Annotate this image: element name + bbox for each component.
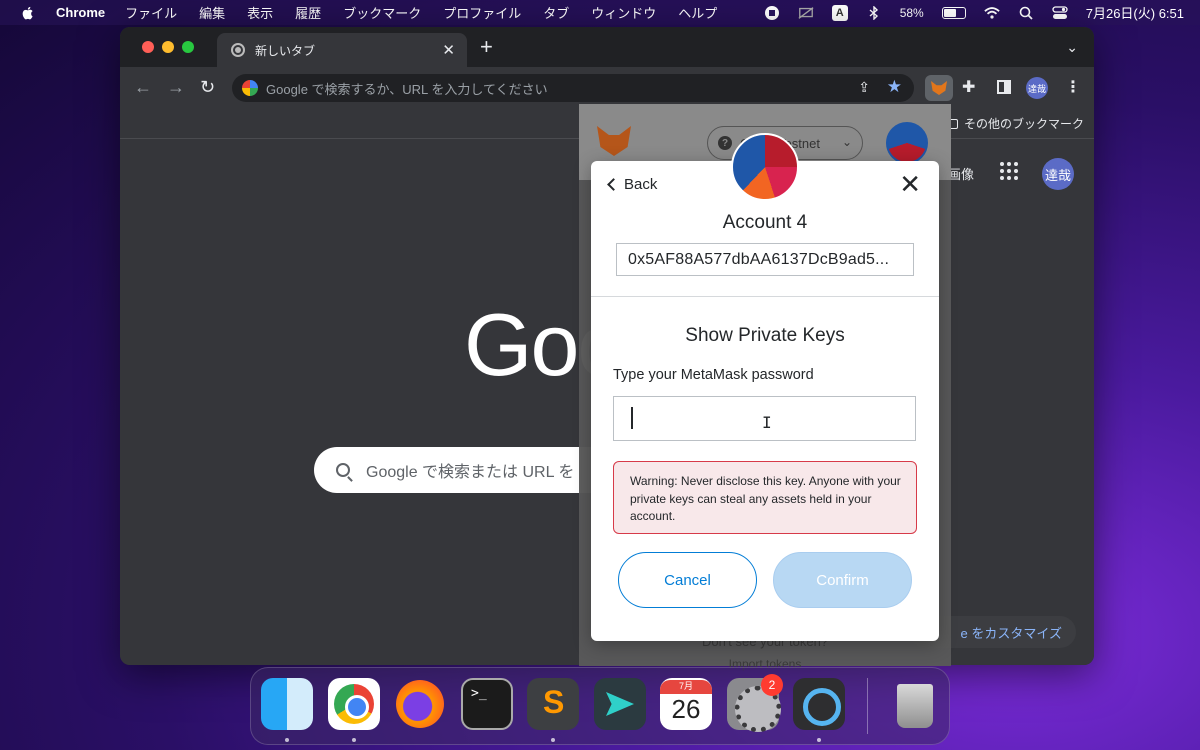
customize-chrome-label: e をカスタマイズ [960,625,1062,641]
omnibox-placeholder: Google で検索するか、URL を入力してください [266,81,548,97]
account-address[interactable]: 0x5AF88A577dbAA6137DcB9ad5... [616,243,914,276]
confirm-button[interactable]: Confirm [773,552,912,608]
display-mirroring-off-icon[interactable] [798,6,814,20]
account-name: Account 4 [722,212,808,233]
back-button[interactable]: ← [134,77,152,97]
network-help-icon: ? [718,136,732,150]
metamask-logo-icon [597,126,631,156]
calendar-month: 7月 [660,680,712,694]
chrome-running-indicator [352,738,356,742]
menu-window[interactable]: ウィンドウ [591,3,656,22]
apple-icon[interactable] [20,5,36,21]
extensions-puzzle-icon[interactable]: ✚ [962,77,975,97]
metamask-extension-button[interactable] [925,75,953,101]
chevron-down-icon: ⌄ [841,135,852,149]
google-search-placeholder: Google で検索または URL を [366,464,575,481]
battery-icon[interactable] [941,6,966,19]
quicktime-icon[interactable] [793,678,845,730]
tab-close-icon[interactable]: ✕ [442,41,455,59]
reload-button[interactable]: ↻ [200,77,215,97]
divider [591,296,939,297]
account-jazzicon [731,133,799,201]
menu-tab[interactable]: タブ [543,3,569,22]
google-g-icon [242,80,258,96]
stop-recording-icon[interactable] [764,5,780,20]
export-private-key-modal: Back ✕ Account 4 0x5AF88A577dbAA6137DcB9… [591,133,939,641]
menu-profiles[interactable]: プロファイル [443,3,521,22]
notification-badge: 2 [761,674,783,696]
tab-new-tab[interactable]: 新しいタブ ✕ [217,33,467,67]
new-tab-button[interactable]: + [480,36,493,58]
text-caret [631,407,633,429]
back-label: Back [624,176,658,193]
cancel-button[interactable]: Cancel [618,552,757,608]
tab-search-chevron-icon[interactable]: ⌄ [1066,39,1078,56]
other-bookmarks-label: その他のブックマーク [963,117,1084,131]
share-icon[interactable]: ⇪ [858,79,870,96]
bluetooth-icon[interactable] [866,5,882,20]
tab-title: 新しいタブ [255,43,316,58]
menu-help[interactable]: ヘルプ [678,3,717,22]
battery-percentage: 58% [899,5,924,20]
sublime-running-indicator [551,738,555,742]
other-bookmarks-folder[interactable]: その他のブックマーク [945,115,1084,132]
modal-heading: Show Private Keys [685,325,845,346]
finder-running-indicator [285,738,289,742]
trash-icon[interactable] [889,678,941,730]
bookmark-star-icon[interactable]: ★ [887,77,902,97]
firefox-icon[interactable] [394,678,446,730]
code-editor-icon[interactable] [594,678,646,730]
close-icon[interactable]: ✕ [899,171,921,197]
side-panel-icon[interactable] [997,80,1011,94]
menubar-status-area: A 58% 7月26日(火) 6:51 [764,0,1184,25]
menu-bar: Chrome ファイル 編集 表示 履歴 ブックマーク プロファイル タブ ウィ… [0,0,1200,25]
terminal-icon[interactable]: >_ [461,678,513,730]
google-apps-grid-icon[interactable] [1000,162,1018,180]
quicktime-running-indicator [817,738,821,742]
menu-history[interactable]: 履歴 [295,3,321,22]
browser-toolbar: ← → ↻ Google で検索するか、URL を入力してください ⇪ ★ ✚ … [120,67,1094,109]
ibeam-cursor-icon: I [762,413,772,432]
omnibox[interactable]: Google で検索するか、URL を入力してください ⇪ ★ [232,74,914,102]
window-close-button[interactable] [142,41,154,53]
menu-edit[interactable]: 編集 [199,3,225,22]
menu-file[interactable]: ファイル [125,3,177,22]
window-zoom-button[interactable] [182,41,194,53]
google-account-avatar[interactable]: 達哉 [1042,158,1074,190]
forward-button[interactable]: → [167,77,185,97]
profile-avatar[interactable]: 達哉 [1026,77,1048,99]
tab-strip: 新しいタブ ✕ + ⌄ [120,27,1094,67]
menu-bookmarks[interactable]: ブックマーク [343,3,421,22]
input-source-icon[interactable]: A [831,4,848,21]
back-button[interactable]: Back [607,176,658,193]
finder-icon[interactable] [261,678,313,730]
menubar-app-name[interactable]: Chrome [56,5,105,20]
calendar-icon[interactable]: 7月 26 [660,678,712,730]
dock-separator [867,678,868,734]
sublime-text-icon[interactable] [527,678,579,730]
google-images-link[interactable]: 画像 [948,164,974,183]
chrome-menu-icon[interactable]: ⋮ [1065,77,1081,97]
control-center-icon[interactable] [1052,5,1068,20]
chrome-favicon-icon [231,43,245,57]
search-icon [336,463,350,477]
wifi-icon[interactable] [984,6,1000,20]
spotlight-search-icon[interactable] [1018,6,1034,20]
password-label: Type your MetaMask password [613,367,814,383]
window-minimize-button[interactable] [162,41,174,53]
menubar-clock[interactable]: 7月26日(火) 6:51 [1086,3,1184,22]
account-menu-avatar[interactable] [886,122,928,164]
calendar-day: 26 [671,694,701,724]
metamask-fox-icon [931,81,947,95]
chevron-left-icon [607,178,620,191]
menu-view[interactable]: 表示 [247,3,273,22]
dock: >_ 7月 26 2 [250,667,950,745]
chrome-icon[interactable] [328,678,380,730]
private-key-warning: Warning: Never disclose this key. Anyone… [613,461,917,534]
